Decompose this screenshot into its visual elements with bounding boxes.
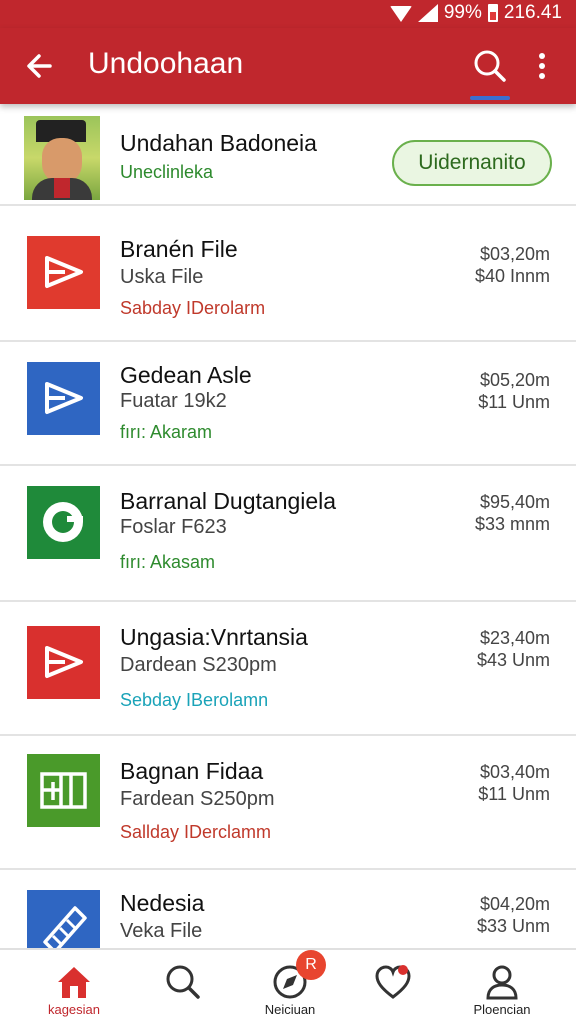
- page-title: Undoohaan: [88, 47, 244, 80]
- bottom-nav: kagesian R Neiciuan Ploencian: [0, 948, 576, 1024]
- list-item[interactable]: Branén File Uska File Sabday IDerolarm $…: [0, 206, 576, 342]
- search-icon: [474, 50, 506, 82]
- item-subtitle: Uska File: [120, 266, 204, 288]
- row-icon-bg: [27, 236, 100, 309]
- item-tag: Sebday IBerolamn: [120, 690, 269, 710]
- back-button[interactable]: [20, 46, 60, 86]
- row-icon-bg: [27, 362, 100, 435]
- more-options-button[interactable]: [528, 46, 556, 86]
- nav-label: Neiciuan: [264, 1002, 316, 1017]
- item-subtitle: Fardean S250pm: [120, 788, 275, 810]
- item-list: Undahan Badoneia Uneclinleka Uidernanito…: [0, 104, 576, 948]
- list-item[interactable]: Nedesia Veka File $04,20m $33 Unm: [0, 870, 576, 948]
- circle-c-icon: [27, 486, 100, 559]
- search-icon: [166, 965, 200, 999]
- item-title: Bagnan Fidaa: [120, 758, 264, 784]
- item-subtitle: Foslar F623: [120, 516, 227, 538]
- nav-label: Ploencian: [473, 1002, 531, 1017]
- battery-icon: [487, 4, 498, 22]
- item-price-secondary: $33 mnm: [474, 514, 550, 534]
- item-price-primary: $23,40m: [479, 628, 550, 648]
- notification-badge: R: [296, 950, 326, 980]
- more-vertical-icon: [539, 53, 545, 79]
- header-action-button[interactable]: Uidernanito: [392, 140, 552, 186]
- nav-profile[interactable]: Ploencian: [452, 950, 552, 1024]
- nav-home[interactable]: kagesian: [24, 950, 124, 1024]
- app-bar: Undoohaan: [0, 28, 576, 104]
- header-subtitle: Uneclinleka: [120, 162, 214, 182]
- search-button[interactable]: [468, 44, 512, 88]
- item-price-secondary: $40 Innm: [474, 266, 550, 286]
- app-screen: 99% 216.41 Undoohaan Undahan Badoneia Un…: [0, 0, 576, 1024]
- item-subtitle: Fuatar 19k2: [120, 390, 227, 412]
- status-bar: 99% 216.41: [0, 0, 576, 28]
- row-icon-bg: [27, 626, 100, 699]
- item-tag: Sallday IDerclamm: [120, 822, 272, 842]
- header-title: Undahan Badoneia: [120, 130, 317, 156]
- item-price-secondary: $43 Unm: [476, 650, 550, 670]
- clock: 216.41: [503, 2, 562, 23]
- profile-header[interactable]: Undahan Badoneia Uneclinleka Uidernanito: [0, 104, 576, 206]
- play-icon: [27, 362, 100, 435]
- item-tag: Sabday IDerolarm: [120, 298, 266, 318]
- item-tag: fırı: Akaram: [120, 422, 213, 442]
- grid-icon: [27, 754, 100, 827]
- nav-discover[interactable]: R Neiciuan: [240, 950, 340, 1024]
- signal-icon: [417, 4, 438, 22]
- home-icon: [58, 967, 90, 998]
- row-icon-bg: [27, 486, 100, 559]
- item-price-primary: $04,20m: [479, 894, 550, 914]
- item-title: Branén File: [120, 236, 238, 262]
- list-item[interactable]: Barranal Dugtangiela Foslar F623 fırı: A…: [0, 466, 576, 602]
- item-price-secondary: $11 Unm: [478, 784, 550, 804]
- stapler-icon: [27, 890, 100, 948]
- battery-percent: 99%: [443, 2, 482, 23]
- nav-favorites[interactable]: [343, 950, 443, 1024]
- item-title: Barranal Dugtangiela: [120, 488, 337, 514]
- arrow-left-icon: [27, 54, 52, 78]
- item-subtitle: Veka File: [120, 920, 203, 942]
- item-price-secondary: $11 Unm: [478, 392, 550, 412]
- item-tag: fırı: Akasam: [120, 552, 216, 572]
- item-price-primary: $03,20m: [479, 244, 550, 264]
- nav-label: kagesian: [47, 1002, 101, 1017]
- heart-icon: [375, 965, 411, 999]
- item-price-primary: $05,20m: [479, 370, 550, 390]
- nav-search[interactable]: [133, 950, 233, 1024]
- active-indicator: [470, 96, 510, 100]
- play-icon: [27, 236, 100, 309]
- play-icon: [27, 626, 100, 699]
- item-price-secondary: $33 Unm: [476, 916, 550, 936]
- item-title: Gedean Asle: [120, 362, 252, 388]
- wifi-icon: [389, 6, 412, 22]
- list-item[interactable]: Gedean Asle Fuatar 19k2 fırı: Akaram $05…: [0, 342, 576, 466]
- row-icon-bg: [27, 890, 100, 948]
- item-price-primary: $03,40m: [479, 762, 550, 782]
- avatar: [24, 116, 100, 200]
- item-title: Nedesia: [120, 890, 205, 916]
- item-price-primary: $95,40m: [479, 492, 550, 512]
- list-item[interactable]: Bagnan Fidaa Fardean S250pm Sallday IDer…: [0, 736, 576, 870]
- status-icons: 99% 216.41: [389, 2, 562, 24]
- row-icon-bg: [27, 754, 100, 827]
- profile-icon: [486, 965, 518, 1000]
- list-item[interactable]: Ungasia:Vnrtansia Dardean S230pm Sebday …: [0, 602, 576, 736]
- item-title: Ungasia:Vnrtansia: [120, 624, 308, 650]
- item-subtitle: Dardean S230pm: [120, 654, 277, 676]
